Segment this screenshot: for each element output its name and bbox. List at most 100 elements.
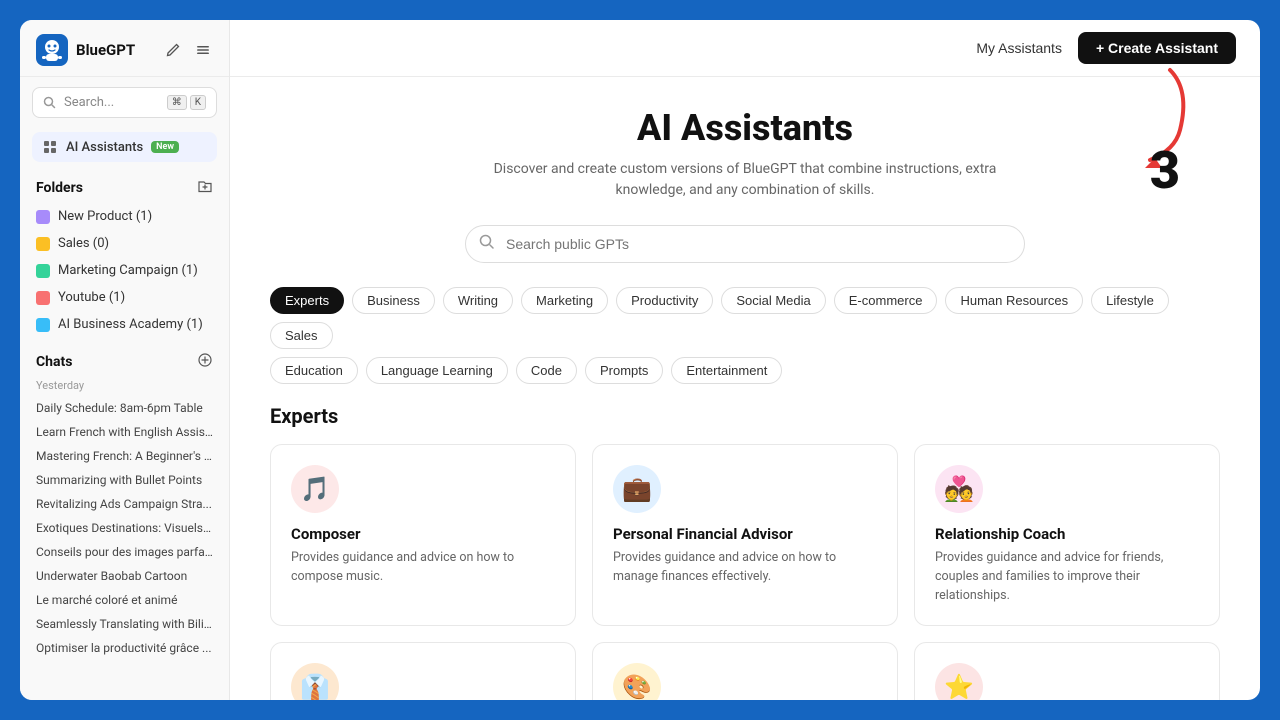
folder-item[interactable]: New Product (1) [20, 203, 229, 230]
card-title: Composer [291, 525, 555, 543]
expert-card[interactable]: 💼 Personal Financial Advisor Provides gu… [592, 444, 898, 626]
chats-title: Chats [36, 354, 72, 370]
menu-icon [195, 42, 211, 58]
tag-sales[interactable]: Sales [270, 322, 333, 349]
ai-assistants-label: AI Assistants [66, 140, 143, 155]
card-desc: Provides guidance and advice on how to c… [291, 549, 555, 587]
card-avatar: 💼 [613, 465, 661, 513]
tag-marketing[interactable]: Marketing [521, 287, 608, 314]
folders-header: Folders [20, 166, 229, 203]
chat-item[interactable]: Le marché coloré et animé [20, 588, 229, 612]
logo-area: BlueGPT [36, 34, 135, 66]
tags-row-2: Education Language Learning Code Prompts Ent… [270, 357, 1220, 384]
edit-icon-btn[interactable] [163, 40, 183, 60]
tag-social_media[interactable]: Social Media [721, 287, 825, 314]
add-folder-btn[interactable] [197, 178, 213, 197]
page-body: AI Assistants Discover and create custom… [230, 77, 1260, 700]
tag-hr[interactable]: Human Resources [945, 287, 1083, 314]
search-placeholder: Search... [64, 95, 159, 110]
tag-entertainment[interactable]: Entertainment [671, 357, 782, 384]
tag-code[interactable]: Code [516, 357, 577, 384]
logo-icon [36, 34, 68, 66]
chat-item[interactable]: Learn French with English Assis... [20, 420, 229, 444]
tag-ecommerce[interactable]: E-commerce [834, 287, 938, 314]
chat-item[interactable]: Summarizing with Bullet Points [20, 468, 229, 492]
folder-item[interactable]: Marketing Campaign (1) [20, 257, 229, 284]
expert-card[interactable]: 🎨 Web Design Consultant Gives tips and h… [592, 642, 898, 700]
tag-productivity[interactable]: Productivity [616, 287, 713, 314]
sidebar: BlueGPT [20, 20, 230, 700]
tag-language[interactable]: Language Learning [366, 357, 508, 384]
gpts-search-input[interactable] [465, 225, 1025, 263]
folder-color-dot [36, 210, 50, 224]
chat-item[interactable]: Optimiser la productivité grâce ... [20, 636, 229, 660]
folder-label: Sales (0) [58, 236, 109, 251]
folder-color-dot [36, 291, 50, 305]
main-content: My Assistants + Create Assistant AI Assi… [230, 20, 1260, 700]
card-desc: Provides guidance and advice on how to m… [613, 549, 877, 587]
edit-icon [165, 42, 181, 58]
plus-icon [197, 352, 213, 368]
experts-cards-grid: 🎵 Composer Provides guidance and advice … [270, 444, 1220, 700]
tag-lifestyle[interactable]: Lifestyle [1091, 287, 1169, 314]
experts-section-title: Experts [270, 404, 1220, 428]
chat-item[interactable]: Exotiques Destinations: Visuels ... [20, 516, 229, 540]
search-shortcut: ⌘ K [167, 95, 206, 110]
chat-item[interactable]: Conseils pour des images parfa... [20, 540, 229, 564]
sidebar-search[interactable]: Search... ⌘ K [32, 87, 217, 118]
tag-prompts[interactable]: Prompts [585, 357, 663, 384]
chat-item[interactable]: Mastering French: A Beginner's ... [20, 444, 229, 468]
sidebar-header: BlueGPT [20, 20, 229, 77]
gpts-search-icon [479, 234, 495, 254]
menu-icon-btn[interactable] [193, 40, 213, 60]
folder-item[interactable]: Sales (0) [20, 230, 229, 257]
tag-education[interactable]: Education [270, 357, 358, 384]
card-avatar: 💑 [935, 465, 983, 513]
folder-item[interactable]: AI Business Academy (1) [20, 311, 229, 338]
folder-label: AI Business Academy (1) [58, 317, 203, 332]
card-avatar: 👔 [291, 663, 339, 700]
top-bar: My Assistants + Create Assistant [230, 20, 1260, 77]
expert-card[interactable]: 🎵 Composer Provides guidance and advice … [270, 444, 576, 626]
add-chat-btn[interactable] [197, 352, 213, 371]
ai-assistants-nav-item[interactable]: AI Assistants New [32, 132, 217, 162]
card-avatar: 🎨 [613, 663, 661, 700]
gpts-search-container [465, 225, 1025, 263]
expert-card[interactable]: 👔 Career Counselor Provides guidance and… [270, 642, 576, 700]
card-avatar: ⭐ [935, 663, 983, 700]
my-assistants-btn[interactable]: My Assistants [976, 40, 1062, 56]
new-badge: New [151, 141, 179, 153]
card-avatar: 🎵 [291, 465, 339, 513]
tag-writing[interactable]: Writing [443, 287, 513, 314]
chat-item[interactable]: Daily Schedule: 8am-6pm Table [20, 396, 229, 420]
create-assistant-btn[interactable]: + Create Assistant [1078, 32, 1236, 64]
tag-business[interactable]: Business [352, 287, 435, 314]
expert-card[interactable]: 💑 Relationship Coach Provides guidance a… [914, 444, 1220, 626]
chat-item[interactable]: Seamlessly Translating with Bili... [20, 612, 229, 636]
tag-experts[interactable]: Experts [270, 287, 344, 314]
page-title: AI Assistants [270, 107, 1220, 149]
chats-date: Yesterday [20, 375, 229, 396]
chat-item[interactable]: Underwater Baobab Cartoon [20, 564, 229, 588]
app-name: BlueGPT [76, 41, 135, 59]
card-title: Personal Financial Advisor [613, 525, 877, 543]
add-folder-icon [197, 178, 213, 194]
shortcut-k: K [190, 95, 206, 110]
folder-label: Marketing Campaign (1) [58, 263, 198, 278]
folders-list: New Product (1) Sales (0) Marketing Campai… [20, 203, 229, 338]
folder-item[interactable]: Youtube (1) [20, 284, 229, 311]
card-desc: Provides guidance and advice for friends… [935, 549, 1199, 605]
folders-title: Folders [36, 180, 83, 196]
header-actions [163, 40, 213, 60]
folder-color-dot [36, 264, 50, 278]
folder-label: New Product (1) [58, 209, 152, 224]
chats-section: Chats Yesterday Daily Schedule: 8am-6pm … [20, 338, 229, 664]
chat-item[interactable]: Revitalizing Ads Campaign Stra... [20, 492, 229, 516]
shortcut-cmd: ⌘ [167, 95, 187, 110]
grid-icon [42, 139, 58, 155]
folder-color-dot [36, 237, 50, 251]
expert-card[interactable]: ⭐ Life Coach Provides guidance and advic… [914, 642, 1220, 700]
chats-list: Daily Schedule: 8am-6pm TableLearn Frenc… [20, 396, 229, 660]
folder-label: Youtube (1) [58, 290, 125, 305]
chats-header: Chats [20, 348, 229, 375]
